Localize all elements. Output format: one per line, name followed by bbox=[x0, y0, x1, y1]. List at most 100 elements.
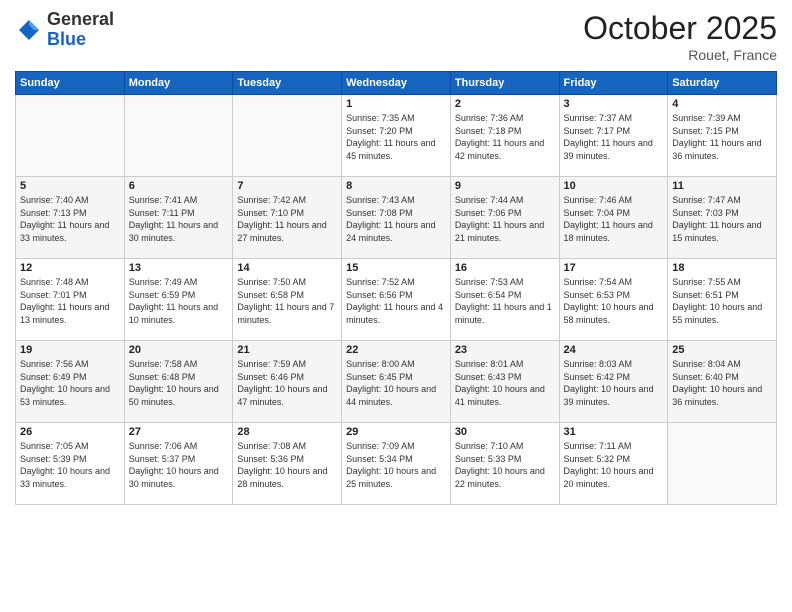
day-number: 4 bbox=[672, 98, 772, 110]
day-info: Sunrise: 7:52 AM Sunset: 6:56 PM Dayligh… bbox=[346, 276, 446, 326]
day-info: Sunrise: 7:53 AM Sunset: 6:54 PM Dayligh… bbox=[455, 276, 555, 326]
day-number: 24 bbox=[564, 344, 664, 356]
day-number: 8 bbox=[346, 180, 446, 192]
calendar-cell: 19Sunrise: 7:56 AM Sunset: 6:49 PM Dayli… bbox=[16, 341, 125, 423]
day-number: 25 bbox=[672, 344, 772, 356]
day-info: Sunrise: 7:39 AM Sunset: 7:15 PM Dayligh… bbox=[672, 112, 772, 162]
day-info: Sunrise: 7:08 AM Sunset: 5:36 PM Dayligh… bbox=[237, 440, 337, 490]
logo-general: General bbox=[47, 9, 114, 29]
day-number: 5 bbox=[20, 180, 120, 192]
day-info: Sunrise: 7:11 AM Sunset: 5:32 PM Dayligh… bbox=[564, 440, 664, 490]
calendar-cell: 28 Sunrise: 7:08 AM Sunset: 5:36 PM Dayli… bbox=[233, 423, 342, 505]
day-number: 12 bbox=[20, 262, 120, 274]
day-info: Sunrise: 7:58 AM Sunset: 6:48 PM Dayligh… bbox=[129, 358, 229, 408]
day-info: Sunrise: 7:06 AM Sunset: 5:37 PM Dayligh… bbox=[129, 440, 229, 490]
day-info: Sunrise: 7:48 AM Sunset: 7:01 PM Dayligh… bbox=[20, 276, 120, 326]
calendar-cell: 24Sunrise: 8:03 AM Sunset: 6:42 PM Dayli… bbox=[559, 341, 668, 423]
day-info: Sunrise: 7:35 AM Sunset: 7:20 PM Dayligh… bbox=[346, 112, 446, 162]
day-info: Sunrise: 8:00 AM Sunset: 6:45 PM Dayligh… bbox=[346, 358, 446, 408]
page: General Blue October 2025 Rouet, France … bbox=[0, 0, 792, 612]
calendar-cell bbox=[668, 423, 777, 505]
calendar-week-row: 26Sunrise: 7:05 AM Sunset: 5:39 PM Dayli… bbox=[16, 423, 777, 505]
day-info: Sunrise: 7:36 AM Sunset: 7:18 PM Dayligh… bbox=[455, 112, 555, 162]
calendar-cell bbox=[124, 95, 233, 177]
location: Rouet, France bbox=[583, 47, 777, 63]
day-number: 21 bbox=[237, 344, 337, 356]
title-block: October 2025 Rouet, France bbox=[583, 10, 777, 63]
calendar-cell: 14 Sunrise: 7:50 AM Sunset: 6:58 PM Dayli… bbox=[233, 259, 342, 341]
logo-text: General Blue bbox=[47, 10, 114, 50]
day-info: Sunrise: 8:01 AM Sunset: 6:43 PM Dayligh… bbox=[455, 358, 555, 408]
day-info: Sunrise: 7:50 AM Sunset: 6:58 PM Dayligh… bbox=[237, 276, 337, 326]
calendar-cell: 12 Sunrise: 7:48 AM Sunset: 7:01 PM Dayli… bbox=[16, 259, 125, 341]
calendar-cell: 10 Sunrise: 7:46 AM Sunset: 7:04 PM Dayli… bbox=[559, 177, 668, 259]
calendar-cell: 2 Sunrise: 7:36 AM Sunset: 7:18 PM Daylig… bbox=[450, 95, 559, 177]
calendar-cell bbox=[16, 95, 125, 177]
calendar-cell: 4 Sunrise: 7:39 AM Sunset: 7:15 PM Daylig… bbox=[668, 95, 777, 177]
calendar-day-header: Tuesday bbox=[233, 72, 342, 95]
day-number: 28 bbox=[237, 426, 337, 438]
calendar-day-header: Saturday bbox=[668, 72, 777, 95]
calendar-cell: 6 Sunrise: 7:41 AM Sunset: 7:11 PM Daylig… bbox=[124, 177, 233, 259]
day-number: 31 bbox=[564, 426, 664, 438]
calendar-day-header: Monday bbox=[124, 72, 233, 95]
day-number: 27 bbox=[129, 426, 229, 438]
calendar-cell: 22 Sunrise: 8:00 AM Sunset: 6:45 PM Dayli… bbox=[342, 341, 451, 423]
day-number: 26 bbox=[20, 426, 120, 438]
day-number: 18 bbox=[672, 262, 772, 274]
calendar-cell: 5Sunrise: 7:40 AM Sunset: 7:13 PM Daylig… bbox=[16, 177, 125, 259]
calendar-cell: 27 Sunrise: 7:06 AM Sunset: 5:37 PM Dayli… bbox=[124, 423, 233, 505]
day-info: Sunrise: 7:54 AM Sunset: 6:53 PM Dayligh… bbox=[564, 276, 664, 326]
calendar-cell: 9Sunrise: 7:44 AM Sunset: 7:06 PM Daylig… bbox=[450, 177, 559, 259]
calendar-day-header: Wednesday bbox=[342, 72, 451, 95]
calendar-cell: 13Sunrise: 7:49 AM Sunset: 6:59 PM Dayli… bbox=[124, 259, 233, 341]
calendar-cell: 31 Sunrise: 7:11 AM Sunset: 5:32 PM Dayli… bbox=[559, 423, 668, 505]
day-number: 14 bbox=[237, 262, 337, 274]
calendar-cell bbox=[233, 95, 342, 177]
calendar-cell: 29 Sunrise: 7:09 AM Sunset: 5:34 PM Dayli… bbox=[342, 423, 451, 505]
calendar-cell: 23 Sunrise: 8:01 AM Sunset: 6:43 PM Dayli… bbox=[450, 341, 559, 423]
month-title: October 2025 bbox=[583, 10, 777, 47]
calendar-cell: 3 Sunrise: 7:37 AM Sunset: 7:17 PM Daylig… bbox=[559, 95, 668, 177]
day-info: Sunrise: 7:09 AM Sunset: 5:34 PM Dayligh… bbox=[346, 440, 446, 490]
calendar-cell: 21 Sunrise: 7:59 AM Sunset: 6:46 PM Dayli… bbox=[233, 341, 342, 423]
day-info: Sunrise: 7:59 AM Sunset: 6:46 PM Dayligh… bbox=[237, 358, 337, 408]
day-number: 9 bbox=[455, 180, 555, 192]
day-number: 2 bbox=[455, 98, 555, 110]
calendar-day-header: Sunday bbox=[16, 72, 125, 95]
day-info: Sunrise: 7:46 AM Sunset: 7:04 PM Dayligh… bbox=[564, 194, 664, 244]
calendar-cell: 7 Sunrise: 7:42 AM Sunset: 7:10 PM Daylig… bbox=[233, 177, 342, 259]
day-info: Sunrise: 7:37 AM Sunset: 7:17 PM Dayligh… bbox=[564, 112, 664, 162]
day-number: 3 bbox=[564, 98, 664, 110]
day-number: 20 bbox=[129, 344, 229, 356]
calendar-week-row: 19Sunrise: 7:56 AM Sunset: 6:49 PM Dayli… bbox=[16, 341, 777, 423]
day-number: 17 bbox=[564, 262, 664, 274]
day-number: 16 bbox=[455, 262, 555, 274]
day-info: Sunrise: 7:41 AM Sunset: 7:11 PM Dayligh… bbox=[129, 194, 229, 244]
calendar-cell: 20 Sunrise: 7:58 AM Sunset: 6:48 PM Dayli… bbox=[124, 341, 233, 423]
day-number: 23 bbox=[455, 344, 555, 356]
calendar-cell: 1 Sunrise: 7:35 AM Sunset: 7:20 PM Daylig… bbox=[342, 95, 451, 177]
day-number: 29 bbox=[346, 426, 446, 438]
header: General Blue October 2025 Rouet, France bbox=[15, 10, 777, 63]
day-info: Sunrise: 7:55 AM Sunset: 6:51 PM Dayligh… bbox=[672, 276, 772, 326]
calendar-week-row: 5Sunrise: 7:40 AM Sunset: 7:13 PM Daylig… bbox=[16, 177, 777, 259]
calendar-cell: 16 Sunrise: 7:53 AM Sunset: 6:54 PM Dayli… bbox=[450, 259, 559, 341]
logo: General Blue bbox=[15, 10, 114, 50]
day-info: Sunrise: 7:42 AM Sunset: 7:10 PM Dayligh… bbox=[237, 194, 337, 244]
calendar-header-row: SundayMondayTuesdayWednesdayThursdayFrid… bbox=[16, 72, 777, 95]
logo-blue: Blue bbox=[47, 29, 86, 49]
calendar-week-row: 1 Sunrise: 7:35 AM Sunset: 7:20 PM Daylig… bbox=[16, 95, 777, 177]
calendar-week-row: 12 Sunrise: 7:48 AM Sunset: 7:01 PM Dayli… bbox=[16, 259, 777, 341]
calendar: SundayMondayTuesdayWednesdayThursdayFrid… bbox=[15, 71, 777, 505]
day-number: 7 bbox=[237, 180, 337, 192]
day-number: 22 bbox=[346, 344, 446, 356]
day-info: Sunrise: 7:43 AM Sunset: 7:08 PM Dayligh… bbox=[346, 194, 446, 244]
day-number: 11 bbox=[672, 180, 772, 192]
day-number: 10 bbox=[564, 180, 664, 192]
day-number: 6 bbox=[129, 180, 229, 192]
day-number: 1 bbox=[346, 98, 446, 110]
day-number: 13 bbox=[129, 262, 229, 274]
logo-icon bbox=[15, 16, 43, 44]
calendar-cell: 15Sunrise: 7:52 AM Sunset: 6:56 PM Dayli… bbox=[342, 259, 451, 341]
